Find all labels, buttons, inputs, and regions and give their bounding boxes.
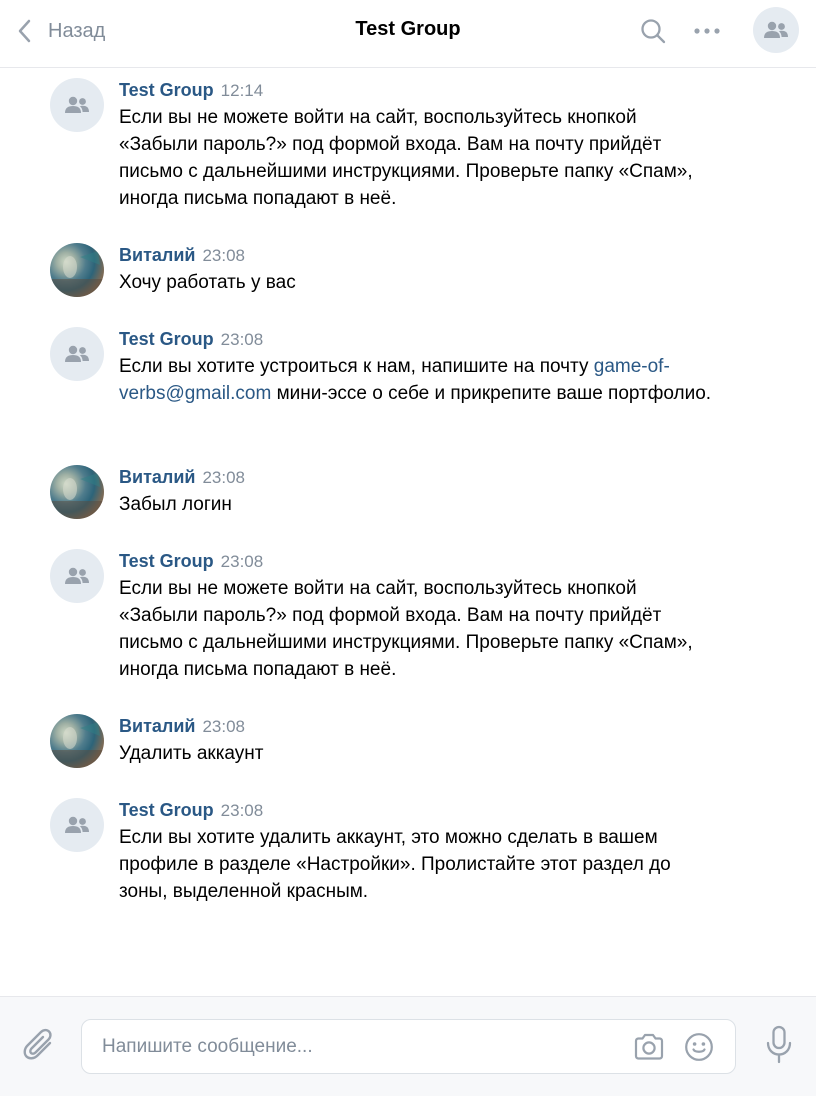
smile-icon (685, 1033, 713, 1061)
message-author[interactable]: Test Group (119, 551, 214, 571)
emoji-button[interactable] (680, 1028, 718, 1066)
user-photo-icon (50, 473, 104, 519)
message-text: Забыл логин (119, 494, 232, 515)
message-text: Если вы не можете войти на сайт, восполь… (119, 107, 693, 209)
message-author[interactable]: Test Group (119, 800, 214, 820)
user-photo-icon (50, 251, 104, 297)
message-author[interactable]: Test Group (119, 329, 214, 349)
message-time: 23:08 (220, 330, 264, 349)
message-author[interactable]: Виталий (119, 467, 195, 487)
group-avatar-button[interactable] (753, 7, 799, 53)
message-author[interactable]: Test Group (119, 80, 214, 100)
paperclip-icon (23, 1028, 52, 1060)
message-history[interactable]: Test Group 12:14 Если вы не можете войти … (0, 68, 816, 996)
more-horizontal-icon (694, 28, 720, 34)
message-time: 23:08 (202, 717, 246, 736)
attach-button[interactable] (20, 1025, 60, 1065)
user-photo-icon (50, 722, 104, 768)
search-icon (641, 19, 666, 44)
group-icon (65, 567, 89, 584)
message-text: Удалить аккаунт (119, 743, 264, 764)
user-avatar[interactable] (50, 243, 104, 297)
group-avatar[interactable] (50, 327, 104, 381)
more-button[interactable] (690, 14, 724, 48)
message-time: 23:08 (220, 801, 264, 820)
camera-button[interactable] (630, 1028, 668, 1066)
group-avatar[interactable] (50, 549, 104, 603)
group-icon (65, 816, 89, 833)
chat-header: Назад Test Group (0, 0, 816, 68)
message-time: 23:08 (202, 468, 246, 487)
group-icon (65, 345, 89, 362)
user-avatar[interactable] (50, 465, 104, 519)
voice-message-button[interactable] (759, 1023, 799, 1067)
camera-icon (634, 1033, 664, 1060)
user-avatar[interactable] (50, 714, 104, 768)
group-avatar[interactable] (50, 798, 104, 852)
message-composer (0, 996, 816, 1096)
message-time: 12:14 (220, 81, 264, 100)
message-text: Если вы хотите удалить аккаунт, это можн… (119, 827, 671, 902)
message-author[interactable]: Виталий (119, 716, 195, 736)
group-icon (65, 96, 89, 113)
message-time: 23:08 (220, 552, 264, 571)
group-icon (764, 21, 788, 38)
group-avatar[interactable] (50, 78, 104, 132)
message-text: Если вы хотите устроиться к нам, напишит… (119, 356, 712, 404)
message-text: Хочу работать у вас (119, 272, 296, 293)
message-text: Если вы не можете войти на сайт, восполь… (119, 578, 693, 680)
microphone-icon (766, 1025, 792, 1064)
search-button[interactable] (636, 14, 670, 48)
message-author[interactable]: Виталий (119, 245, 195, 265)
message-time: 23:08 (202, 246, 246, 265)
message-input-box (81, 1019, 736, 1074)
message-input[interactable] (102, 1020, 622, 1073)
